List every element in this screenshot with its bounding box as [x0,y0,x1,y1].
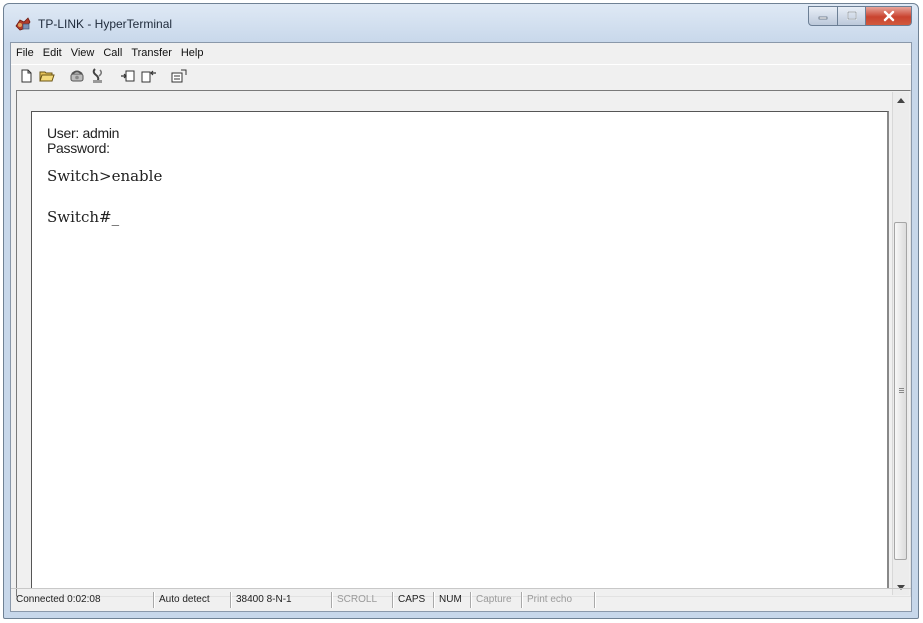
open-folder-icon[interactable] [38,68,55,84]
close-icon [883,10,894,22]
menu-call[interactable]: Call [103,47,122,59]
window-controls [808,6,912,28]
hyperterminal-app-icon[interactable] [14,16,32,32]
receive-file-icon[interactable] [140,68,157,84]
vertical-scrollbar[interactable] [892,92,909,595]
hyperterminal-window: TP-LINK - HyperTerminal File Edit View C… [3,3,919,619]
scroll-up-icon[interactable] [893,92,909,108]
status-bar: Connected 0:02:08 Auto detect 38400 8-N-… [11,588,911,611]
minimize-button[interactable] [808,6,838,26]
terminal-line-enable: Switch>enable [47,167,163,185]
connect-phone-icon[interactable] [68,68,85,84]
toolbar [11,64,911,87]
properties-icon[interactable] [170,68,187,84]
menu-help[interactable]: Help [181,47,204,59]
title-bar[interactable]: TP-LINK - HyperTerminal [4,4,918,42]
new-document-icon[interactable] [17,68,34,84]
scroll-thumb[interactable] [894,222,907,560]
status-port-settings: 38400 8-N-1 [231,592,332,608]
status-caps: CAPS [393,592,434,608]
status-detect: Auto detect [154,592,231,608]
send-file-icon[interactable] [119,68,136,84]
close-button[interactable] [866,6,912,26]
menu-view[interactable]: View [71,47,95,59]
scroll-grip-icon [899,388,904,389]
menu-edit[interactable]: Edit [43,47,62,59]
menu-transfer[interactable]: Transfer [131,47,172,59]
menu-bar: File Edit View Call Transfer Help [11,43,911,63]
status-capture: Capture [471,592,522,608]
maximize-icon [846,11,857,20]
terminal-screen[interactable]: User: admin Password: Switch>enable Swit… [31,111,889,589]
terminal-line-user: User: admin [47,125,120,141]
status-print-echo: Print echo [522,592,595,608]
minimize-icon [818,16,828,20]
terminal-frame: User: admin Password: Switch>enable Swit… [16,90,911,597]
status-num: NUM [434,592,471,608]
status-connected: Connected 0:02:08 [11,592,154,608]
maximize-button[interactable] [838,6,866,26]
terminal-line-password: Password: [47,140,110,156]
terminal-line-prompt: Switch#_ [47,208,120,226]
client-area: File Edit View Call Transfer Help User: … [10,42,912,612]
menu-file[interactable]: File [16,47,34,59]
disconnect-phone-icon[interactable] [89,68,106,84]
window-title: TP-LINK - HyperTerminal [38,17,173,31]
status-scroll: SCROLL [332,592,393,608]
